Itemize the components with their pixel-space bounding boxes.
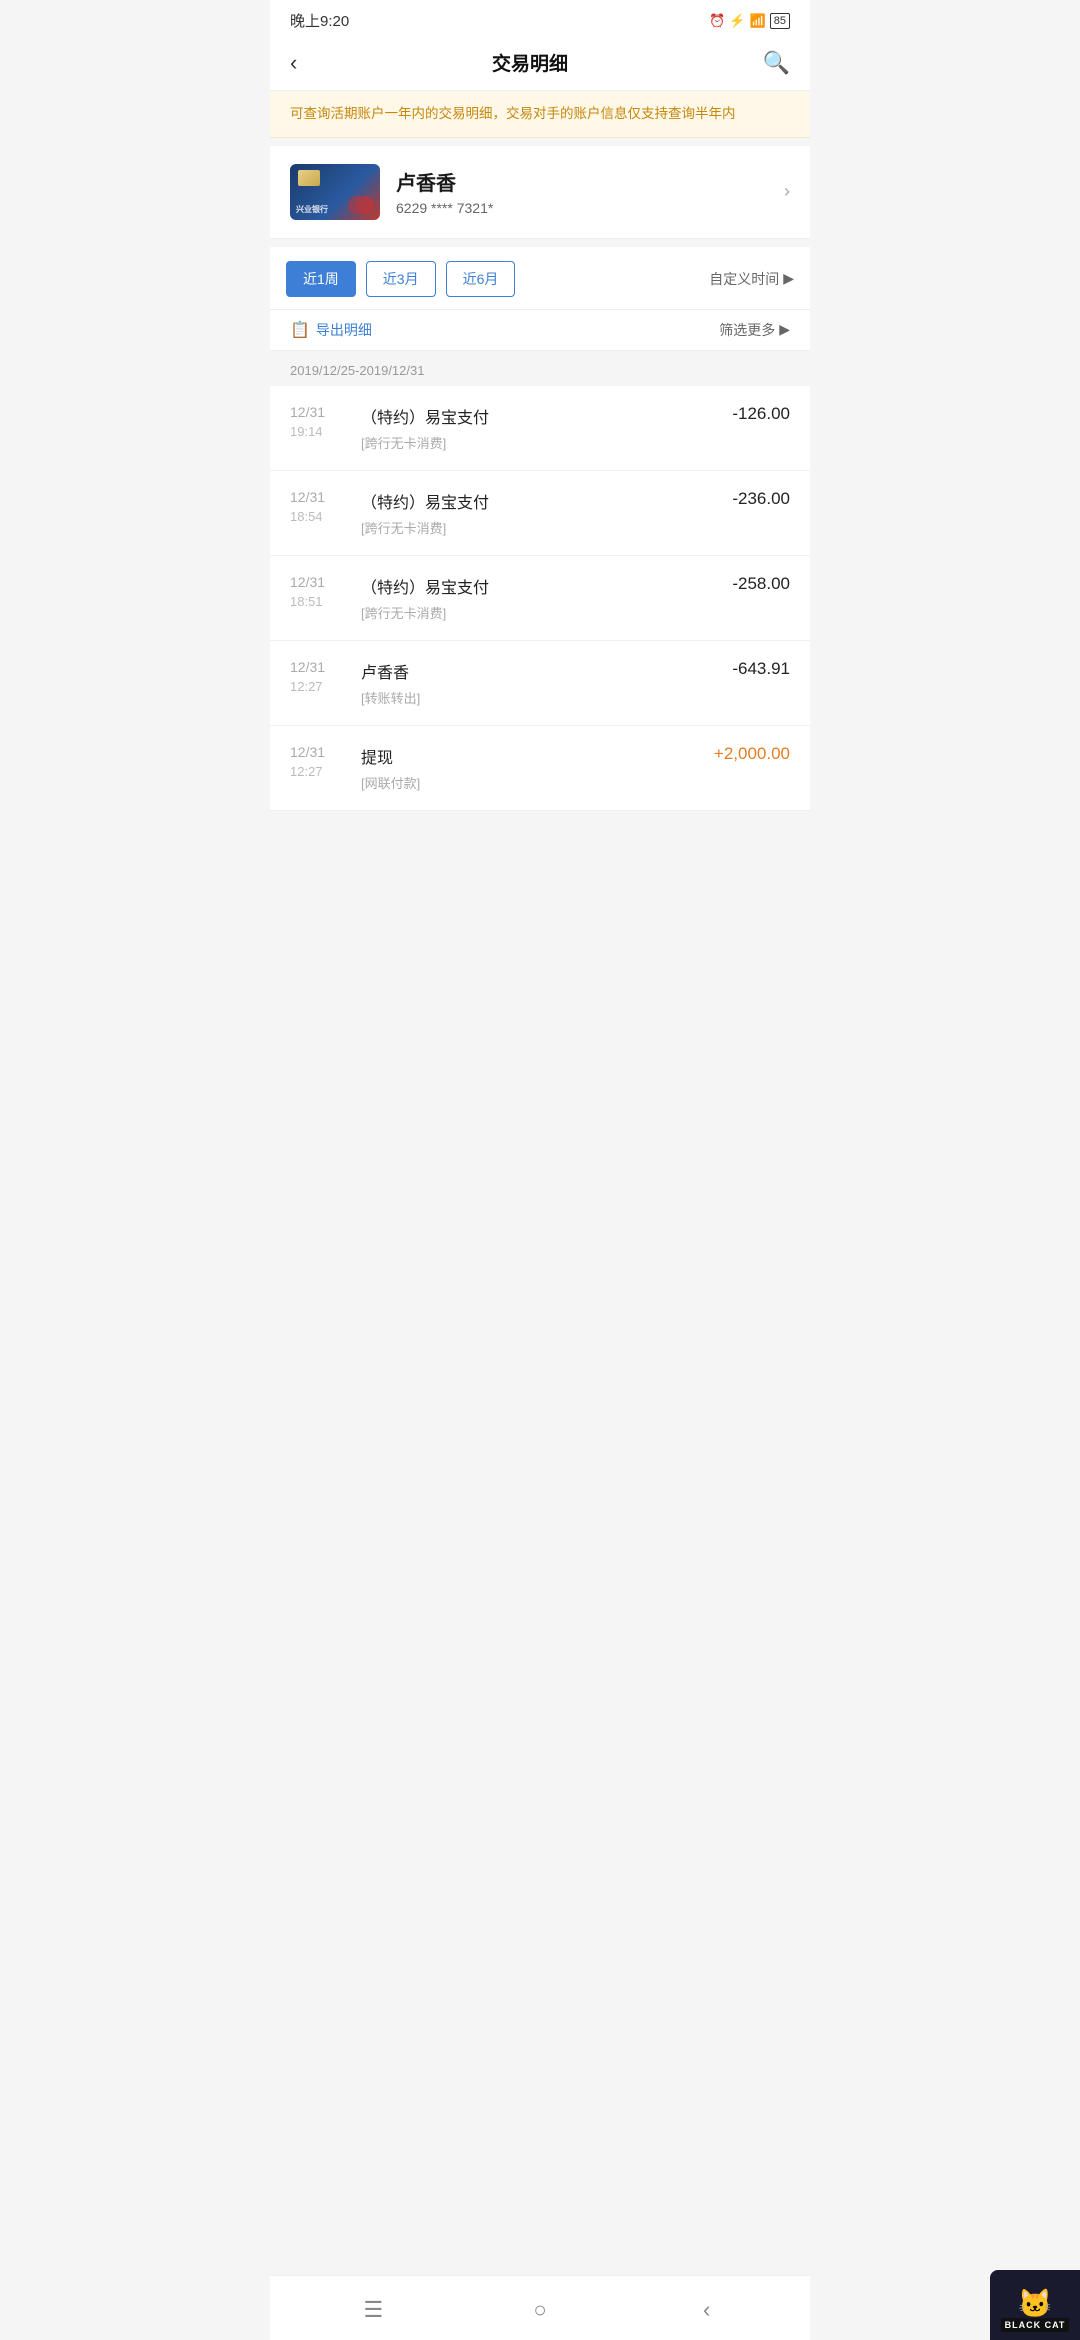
tx-name-1: （特约）易宝支付 xyxy=(361,489,700,513)
tx-type-2: [跨行无卡消费] xyxy=(361,603,700,622)
back-button[interactable]: ‹ xyxy=(290,50,297,76)
alarm-icon: ⏰ xyxy=(709,13,725,29)
tx-date-3: 12/31 xyxy=(290,659,345,675)
tx-name-2: （特约）易宝支付 xyxy=(361,574,700,598)
tx-info-0: （特约）易宝支付 [跨行无卡消费] xyxy=(345,404,700,452)
tx-name-0: （特约）易宝支付 xyxy=(361,404,700,428)
filter-6month-button[interactable]: 近6月 xyxy=(446,261,516,297)
tx-hour-3: 12:27 xyxy=(290,679,345,694)
tx-info-3: 卢香香 [转账转出] xyxy=(345,659,700,707)
account-section[interactable]: 兴业银行 卢香香 6229 **** 7321* › xyxy=(270,146,810,239)
bluetooth-icon: ⚡ xyxy=(729,13,745,29)
cat-icon: 🐱 xyxy=(1018,2290,1053,2318)
tx-amount-3: -643.91 xyxy=(700,659,790,679)
menu-nav-button[interactable]: ☰ xyxy=(353,2290,393,2330)
custom-time-arrow: ▶ xyxy=(783,270,794,287)
tx-name-4: 提现 xyxy=(361,744,700,768)
filter-section: 近1周 近3月 近6月 自定义时间 ▶ xyxy=(270,247,810,310)
table-row[interactable]: 12/31 18:54 （特约）易宝支付 [跨行无卡消费] -236.00 xyxy=(270,471,810,556)
date-range-text: 2019/12/25-2019/12/31 xyxy=(290,363,424,378)
filter-3month-button[interactable]: 近3月 xyxy=(366,261,436,297)
transaction-list: 12/31 19:14 （特约）易宝支付 [跨行无卡消费] -126.00 12… xyxy=(270,386,810,811)
tx-type-4: [网联付款] xyxy=(361,773,700,792)
status-time: 晚上9:20 xyxy=(290,10,349,31)
table-row[interactable]: 12/31 19:14 （特约）易宝支付 [跨行无卡消费] -126.00 xyxy=(270,386,810,471)
tx-date-0: 12/31 xyxy=(290,404,345,420)
tx-date-2: 12/31 xyxy=(290,574,345,590)
action-row: 📋 导出明细 筛选更多 ▶ xyxy=(270,310,810,351)
back-icon: ‹ xyxy=(703,2297,710,2323)
custom-time-button[interactable]: 自定义时间 ▶ xyxy=(709,269,794,289)
tx-time-4: 12/31 12:27 xyxy=(290,744,345,779)
tx-amount-4: +2,000.00 xyxy=(700,744,790,764)
search-button[interactable]: 🔍 xyxy=(763,50,790,76)
status-bar: 晚上9:20 ⏰ ⚡ 📶 85 xyxy=(270,0,810,37)
signal-icon: 📶 xyxy=(750,13,766,29)
home-icon: ○ xyxy=(533,2297,546,2323)
tx-date-1: 12/31 xyxy=(290,489,345,505)
tx-time-0: 12/31 19:14 xyxy=(290,404,345,439)
tx-amount-0: -126.00 xyxy=(700,404,790,424)
export-icon: 📋 xyxy=(290,320,310,340)
tx-date-4: 12/31 xyxy=(290,744,345,760)
tx-info-4: 提现 [网联付款] xyxy=(345,744,700,792)
battery-indicator: 85 xyxy=(770,13,790,29)
tx-type-1: [跨行无卡消费] xyxy=(361,518,700,537)
bottom-navigation: ☰ ○ ‹ 🐱 BLACK CAT xyxy=(270,2275,810,2340)
filter-week-button[interactable]: 近1周 xyxy=(286,261,356,297)
table-row[interactable]: 12/31 12:27 卢香香 [转账转出] -643.91 xyxy=(270,641,810,726)
tx-amount-1: -236.00 xyxy=(700,489,790,509)
tx-amount-2: -258.00 xyxy=(700,574,790,594)
custom-time-label: 自定义时间 xyxy=(709,269,779,289)
export-label: 导出明细 xyxy=(316,320,372,340)
notice-text: 可查询活期账户一年内的交易明细，交易对手的账户信息仅支持查询半年内 xyxy=(290,106,736,121)
filter-more-arrow: ▶ xyxy=(779,321,790,338)
filter-more-button[interactable]: 筛选更多 ▶ xyxy=(719,320,790,340)
export-button[interactable]: 📋 导出明细 xyxy=(290,320,372,340)
tx-time-1: 12/31 18:54 xyxy=(290,489,345,524)
status-icons: ⏰ ⚡ 📶 85 xyxy=(709,13,790,29)
black-cat-label: BLACK CAT xyxy=(1001,2318,1070,2332)
tx-info-1: （特约）易宝支付 [跨行无卡消费] xyxy=(345,489,700,537)
bank-card-image: 兴业银行 xyxy=(290,164,380,220)
notice-banner: 可查询活期账户一年内的交易明细，交易对手的账户信息仅支持查询半年内 xyxy=(270,91,810,138)
account-name: 卢香香 xyxy=(396,167,784,196)
account-number: 6229 **** 7321* xyxy=(396,200,784,216)
table-row[interactable]: 12/31 18:51 （特约）易宝支付 [跨行无卡消费] -258.00 xyxy=(270,556,810,641)
tx-name-3: 卢香香 xyxy=(361,659,700,683)
back-nav-button[interactable]: ‹ xyxy=(687,2290,727,2330)
account-chevron: › xyxy=(784,181,790,202)
table-row[interactable]: 12/31 12:27 提现 [网联付款] +2,000.00 xyxy=(270,726,810,811)
date-range: 2019/12/25-2019/12/31 xyxy=(270,351,810,386)
tx-hour-0: 19:14 xyxy=(290,424,345,439)
tx-time-3: 12/31 12:27 xyxy=(290,659,345,694)
bank-logo: 兴业银行 xyxy=(296,204,328,215)
tx-type-3: [转账转出] xyxy=(361,688,700,707)
tx-type-0: [跨行无卡消费] xyxy=(361,433,700,452)
account-info: 卢香香 6229 **** 7321* xyxy=(396,167,784,216)
home-nav-button[interactable]: ○ xyxy=(520,2290,560,2330)
black-cat-badge: 🐱 BLACK CAT xyxy=(990,2270,1080,2340)
tx-info-2: （特约）易宝支付 [跨行无卡消费] xyxy=(345,574,700,622)
menu-icon: ☰ xyxy=(363,2297,383,2323)
page-title: 交易明细 xyxy=(492,49,568,76)
tx-hour-1: 18:54 xyxy=(290,509,345,524)
tx-hour-4: 12:27 xyxy=(290,764,345,779)
filter-more-label: 筛选更多 xyxy=(719,320,775,340)
tx-hour-2: 18:51 xyxy=(290,594,345,609)
tx-time-2: 12/31 18:51 xyxy=(290,574,345,609)
header: ‹ 交易明细 🔍 xyxy=(270,37,810,91)
